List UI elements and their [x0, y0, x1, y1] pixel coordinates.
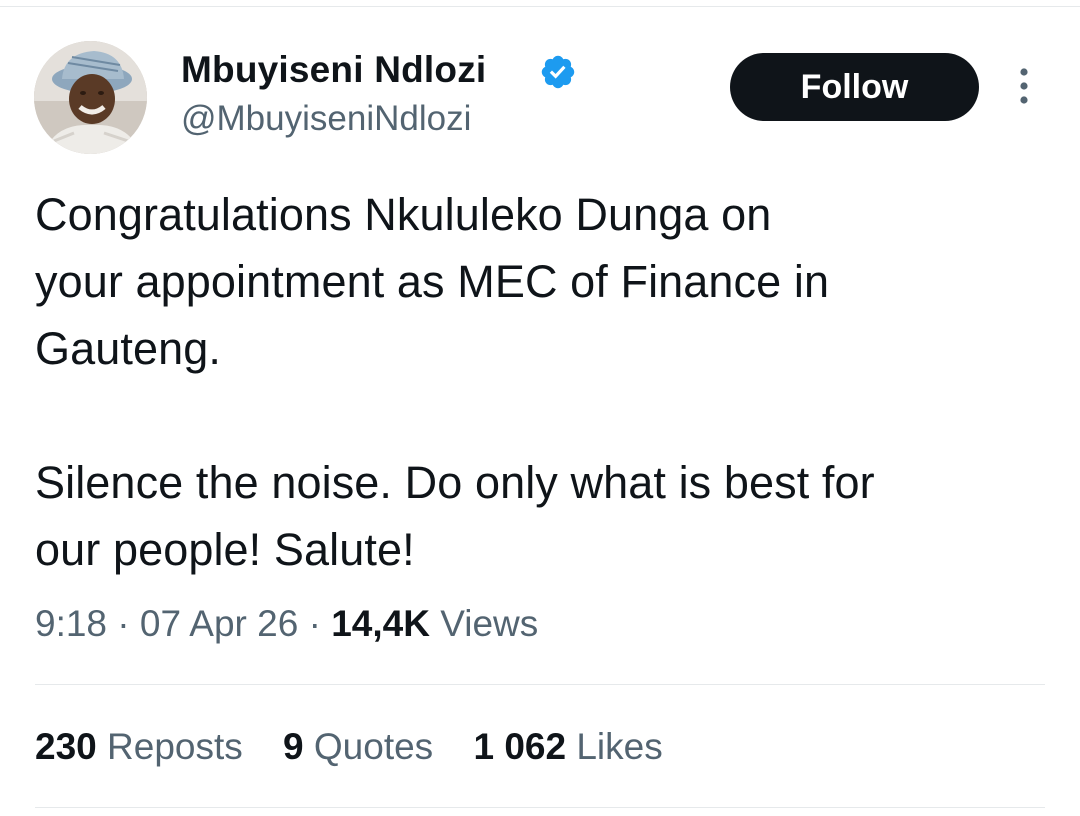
follow-button[interactable]: Follow [730, 53, 979, 121]
tweet-text: Congratulations Nkululeko Dunga on your … [35, 181, 1045, 583]
quotes-label: Quotes [313, 726, 434, 767]
top-divider [0, 6, 1080, 7]
engagement-stats: 230 Reposts 9 Quotes 1 062 Likes [35, 726, 693, 768]
more-vertical-icon[interactable] [1008, 66, 1040, 106]
avatar[interactable] [34, 41, 147, 154]
quotes-count: 9 [283, 726, 304, 767]
quotes-stat[interactable]: 9 Quotes [283, 726, 433, 768]
likes-label: Likes [576, 726, 663, 767]
reposts-label: Reposts [107, 726, 243, 767]
tweet-paragraph: Silence the noise. Do only what is best … [35, 457, 875, 575]
verified-badge-icon[interactable] [539, 53, 577, 91]
divider [35, 684, 1045, 685]
tweet-time[interactable]: 9:18 [35, 603, 107, 644]
likes-count: 1 062 [473, 726, 567, 767]
likes-stat[interactable]: 1 062 Likes [473, 726, 662, 768]
views-label[interactable]: Views [440, 603, 538, 644]
user-handle[interactable]: @MbuyiseniNdlozi [181, 99, 471, 139]
meta-separator: · [117, 603, 130, 644]
reposts-count: 230 [35, 726, 97, 767]
views-count[interactable]: 14,4K [331, 603, 430, 644]
reposts-stat[interactable]: 230 Reposts [35, 726, 243, 768]
divider [35, 807, 1045, 808]
tweet-meta: 9:18 · 07 Apr 26 · 14,4K Views [35, 603, 538, 645]
display-name[interactable]: Mbuyiseni Ndlozi [181, 49, 486, 91]
tweet-paragraph: Congratulations Nkululeko Dunga on your … [35, 189, 830, 374]
meta-separator: · [308, 603, 321, 644]
avatar-image [34, 41, 147, 154]
tweet-date[interactable]: 07 Apr 26 [140, 603, 298, 644]
